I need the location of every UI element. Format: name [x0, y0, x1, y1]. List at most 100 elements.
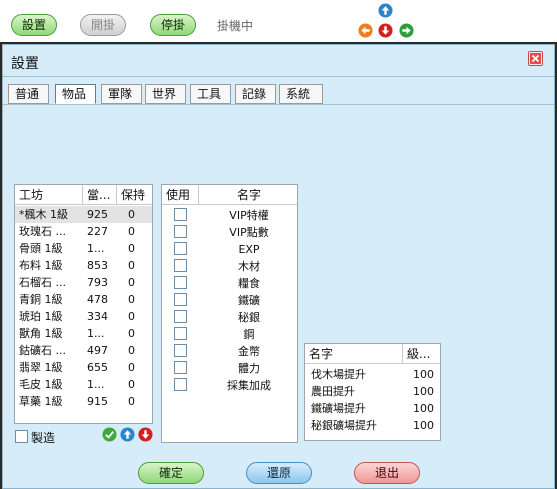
item-name: 鐵礦 — [238, 294, 260, 307]
cell-workshop: 骨頭 1級 — [19, 242, 63, 255]
cell-level: 100 — [413, 385, 434, 398]
column-header-name[interactable]: 名字 — [199, 185, 297, 205]
table-row[interactable]: 獸角 1級 1... 0 — [15, 325, 152, 342]
tab-tools[interactable]: 工具 — [190, 84, 231, 104]
level-table-header: 名字 級... — [305, 344, 440, 364]
workshop-table-header: 工坊 當... 保持 — [15, 185, 152, 205]
use-checkbox[interactable] — [174, 293, 187, 306]
cell-current: 334 — [87, 310, 108, 323]
tab-general[interactable]: 普通 — [8, 84, 49, 104]
close-icon[interactable] — [528, 51, 543, 66]
tab-records[interactable]: 記錄 — [235, 84, 276, 104]
item-name: 採集加成 — [227, 379, 271, 392]
arrow-left-icon[interactable] — [358, 23, 373, 38]
item-name: 金幣 — [238, 345, 260, 358]
column-header-use[interactable]: 使用 — [162, 185, 199, 205]
move-up-icon[interactable] — [120, 427, 135, 442]
table-row[interactable]: 玫瑰石 ... 227 0 — [15, 223, 152, 240]
arrow-down-icon[interactable] — [378, 23, 393, 38]
table-row[interactable]: 鐵礦場提升 100 — [305, 400, 440, 417]
list-item[interactable]: 秘銀 — [162, 309, 297, 326]
list-item[interactable]: 金幣 — [162, 343, 297, 360]
restore-button[interactable]: 還原 — [246, 462, 312, 484]
table-row[interactable]: 毛皮 1級 1... 0 — [15, 376, 152, 393]
list-item[interactable]: 木材 — [162, 258, 297, 275]
stop-hang-button[interactable]: 停掛 — [150, 14, 196, 36]
title-divider — [3, 76, 554, 77]
settings-button[interactable]: 設置 — [11, 14, 57, 36]
use-checkbox[interactable] — [174, 259, 187, 272]
table-row[interactable]: 鈷礦石 ... 497 0 — [15, 342, 152, 359]
column-header-workshop[interactable]: 工坊 — [15, 185, 83, 205]
tab-content-divider — [3, 104, 554, 105]
table-row[interactable]: *楓木 1級 925 0 — [15, 206, 152, 223]
tab-items[interactable]: 物品 — [55, 84, 96, 104]
list-item[interactable]: 糧食 — [162, 275, 297, 292]
use-checkbox[interactable] — [174, 242, 187, 255]
tab-world[interactable]: 世界 — [145, 84, 186, 104]
start-hang-button[interactable]: 開掛 — [80, 14, 126, 36]
cell-current: 1... — [87, 327, 105, 340]
use-table[interactable]: 使用 名字 VIP特權 VIP點數 EXP 木材糧食鐵礦秘銀鋼金幣體力採集加成 — [161, 184, 298, 443]
table-row[interactable]: 琥珀 1級 334 0 — [15, 308, 152, 325]
cell-keep: 0 — [128, 310, 135, 323]
cell-keep: 0 — [128, 344, 135, 357]
cell-building-name: 農田提升 — [311, 385, 355, 398]
cell-building-name: 鐵礦場提升 — [311, 402, 366, 415]
level-table[interactable]: 名字 級... 伐木場提升 100 農田提升 100 鐵礦場提升 100 秘銀礦場提升 100 — [304, 343, 441, 441]
arrow-right-icon[interactable] — [399, 23, 414, 38]
use-checkbox[interactable] — [174, 310, 187, 323]
use-checkbox[interactable] — [174, 378, 187, 391]
list-item[interactable]: VIP特權 — [162, 207, 297, 224]
move-down-icon[interactable] — [138, 427, 153, 442]
table-row[interactable]: 石榴石 ... 793 0 — [15, 274, 152, 291]
table-row[interactable]: 農田提升 100 — [305, 383, 440, 400]
cell-workshop: 布料 1級 — [19, 259, 63, 272]
table-row[interactable]: 布料 1級 853 0 — [15, 257, 152, 274]
use-checkbox[interactable] — [174, 344, 187, 357]
list-item[interactable]: VIP點數 — [162, 224, 297, 241]
list-item[interactable]: EXP — [162, 241, 297, 258]
check-icon[interactable] — [102, 427, 117, 442]
list-item[interactable]: 採集加成 — [162, 377, 297, 394]
column-header-current[interactable]: 當... — [83, 185, 117, 205]
table-row[interactable]: 草藥 1級 915 0 — [15, 393, 152, 410]
column-header-level-name[interactable]: 名字 — [305, 344, 403, 364]
item-name: VIP點數 — [229, 226, 269, 239]
cell-workshop: 鈷礦石 ... — [19, 344, 66, 357]
cell-current: 478 — [87, 293, 108, 306]
arrow-up-icon[interactable] — [378, 3, 393, 18]
tab-army[interactable]: 軍隊 — [101, 84, 142, 104]
item-name: VIP特權 — [229, 209, 269, 222]
exit-button[interactable]: 退出 — [354, 462, 420, 484]
list-item[interactable]: 體力 — [162, 360, 297, 377]
cell-workshop: 翡翠 1級 — [19, 361, 63, 374]
table-row[interactable]: 青銅 1級 478 0 — [15, 291, 152, 308]
table-row[interactable]: 翡翠 1級 655 0 — [15, 359, 152, 376]
craft-checkbox[interactable] — [15, 430, 28, 443]
cell-keep: 0 — [128, 276, 135, 289]
use-checkbox[interactable] — [174, 361, 187, 374]
confirm-button[interactable]: 確定 — [138, 462, 204, 484]
column-header-keep[interactable]: 保持 — [117, 185, 152, 205]
cell-keep: 0 — [128, 327, 135, 340]
column-header-level[interactable]: 級... — [403, 344, 440, 364]
cell-level: 100 — [413, 368, 434, 381]
use-checkbox[interactable] — [174, 327, 187, 340]
workshop-table[interactable]: 工坊 當... 保持 *楓木 1級 925 0 玫瑰石 ... 227 0 骨頭 1級 1..… — [14, 184, 153, 424]
use-checkbox[interactable] — [174, 276, 187, 289]
tab-system[interactable]: 系統 — [279, 84, 323, 104]
table-row[interactable]: 骨頭 1級 1... 0 — [15, 240, 152, 257]
table-row[interactable]: 伐木場提升 100 — [305, 366, 440, 383]
settings-window: 設置 普通 物品 軍隊 世界 工具 記錄 系統 工坊 當... 保持 *楓木 1… — [2, 44, 555, 489]
item-name: EXP — [238, 243, 260, 256]
cell-building-name: 秘銀礦場提升 — [311, 419, 377, 432]
use-checkbox[interactable] — [174, 225, 187, 238]
list-item[interactable]: 鐵礦 — [162, 292, 297, 309]
table-row[interactable]: 秘銀礦場提升 100 — [305, 417, 440, 434]
list-item[interactable]: 鋼 — [162, 326, 297, 343]
use-checkbox[interactable] — [174, 208, 187, 221]
item-name: 木材 — [238, 260, 260, 273]
cell-current: 915 — [87, 395, 108, 408]
cell-workshop: 獸角 1級 — [19, 327, 63, 340]
